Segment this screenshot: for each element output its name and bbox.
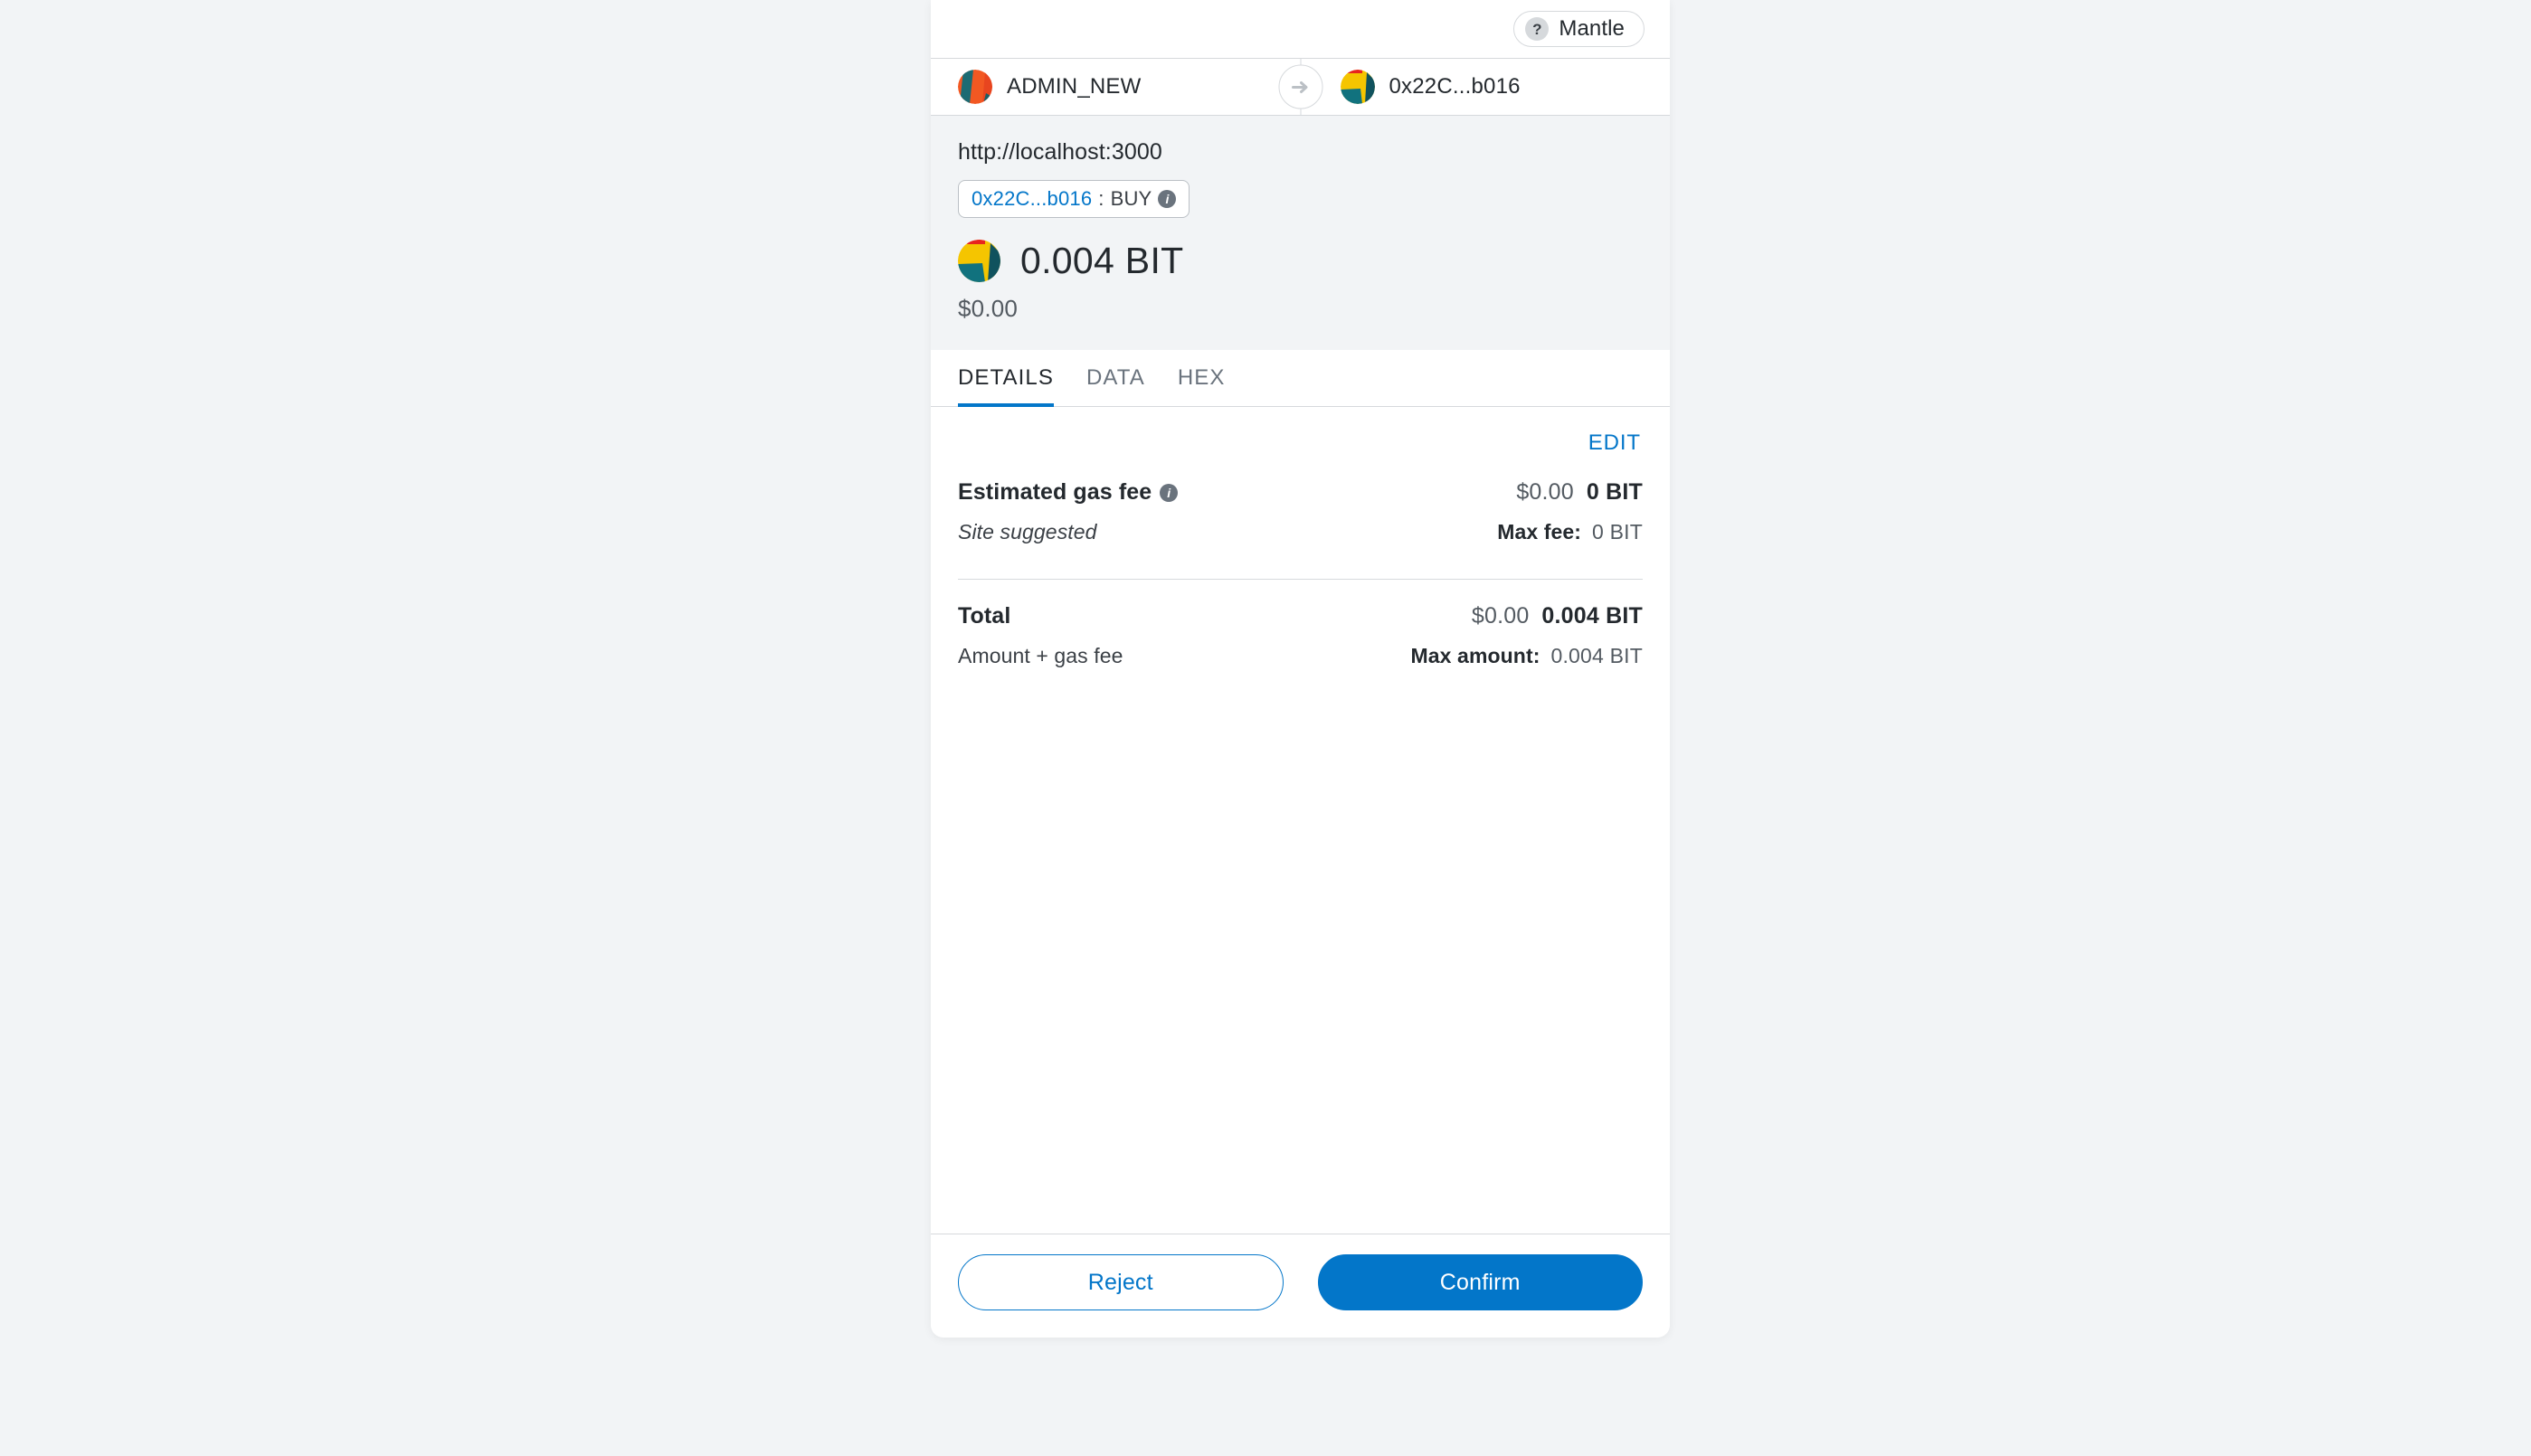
network-header: ? Mantle bbox=[931, 0, 1670, 59]
arrow-right-icon bbox=[1278, 64, 1322, 109]
total-fiat: $0.00 bbox=[1471, 603, 1530, 629]
sender-avatar bbox=[958, 70, 992, 104]
gas-fee-label: Estimated gas fee bbox=[958, 479, 1152, 505]
max-amount-group: Max amount: 0.004 BIT bbox=[1411, 644, 1643, 668]
max-fee-value: 0 BIT bbox=[1592, 520, 1643, 544]
total-main-row: Total $0.00 0.004 BIT bbox=[958, 603, 1643, 629]
edit-row: EDIT bbox=[958, 427, 1643, 459]
max-fee-key: Max fee: bbox=[1497, 520, 1582, 544]
network-selector-pill[interactable]: ? Mantle bbox=[1513, 11, 1645, 47]
contract-address-label: 0x22C...b016 bbox=[972, 187, 1093, 210]
question-mark-icon: ? bbox=[1525, 17, 1550, 41]
details-tab-panel: EDIT Estimated gas fee i $0.00 0 BIT Sit… bbox=[931, 407, 1670, 1234]
contract-method-label: BUY bbox=[1110, 187, 1152, 210]
total-native: 0.004 BIT bbox=[1541, 603, 1643, 629]
recipient-account-name: 0x22C...b016 bbox=[1389, 74, 1521, 99]
amount-fiat-label: $0.00 bbox=[958, 295, 1019, 322]
info-icon[interactable]: i bbox=[1160, 483, 1179, 502]
edit-gas-button[interactable]: EDIT bbox=[1587, 427, 1643, 459]
total-label: Total bbox=[958, 603, 1011, 629]
gas-fee-main-row: Estimated gas fee i $0.00 0 BIT bbox=[958, 479, 1643, 506]
amount-row: 0.004 BIT bbox=[958, 240, 1643, 282]
max-amount-key: Max amount: bbox=[1410, 644, 1540, 667]
gas-fee-native: 0 BIT bbox=[1586, 479, 1643, 505]
sender-account-name: ADMIN_NEW bbox=[1007, 74, 1142, 99]
reject-button[interactable]: Reject bbox=[958, 1254, 1284, 1310]
network-name-label: Mantle bbox=[1559, 16, 1625, 41]
tab-data[interactable]: DATA bbox=[1086, 365, 1145, 406]
token-icon bbox=[958, 240, 1000, 282]
gas-fee-fiat: $0.00 bbox=[1516, 479, 1574, 505]
transaction-summary-panel: http://localhost:3000 0x22C...b016 : BUY… bbox=[931, 116, 1670, 350]
recipient-avatar bbox=[1340, 70, 1375, 104]
max-amount-value: 0.004 BIT bbox=[1550, 644, 1643, 667]
total-section: Total $0.00 0.004 BIT Amount + gas fee M… bbox=[958, 603, 1643, 668]
gas-fee-source-label: Site suggested bbox=[958, 520, 1097, 544]
sender-account[interactable]: ADMIN_NEW bbox=[931, 70, 1301, 104]
confirm-button[interactable]: Confirm bbox=[1317, 1254, 1643, 1310]
gas-fee-values: $0.00 0 BIT bbox=[1516, 479, 1643, 506]
contract-separator: : bbox=[1098, 187, 1104, 210]
recipient-account[interactable]: 0x22C...b016 bbox=[1301, 70, 1671, 104]
transaction-confirmation-card: ? Mantle ADMIN_NEW 0x22C...b016 http://l… bbox=[931, 0, 1670, 1338]
max-fee-group: Max fee: 0 BIT bbox=[1497, 520, 1643, 544]
accounts-transfer-row: ADMIN_NEW 0x22C...b016 bbox=[931, 59, 1670, 116]
total-sub-row: Amount + gas fee Max amount: 0.004 BIT bbox=[958, 644, 1643, 668]
amount-primary-label: 0.004 BIT bbox=[1020, 240, 1184, 281]
tab-bar: DETAILS DATA HEX bbox=[931, 350, 1670, 407]
tab-hex[interactable]: HEX bbox=[1178, 365, 1226, 406]
action-footer: Reject Confirm bbox=[931, 1234, 1670, 1338]
gas-fee-sub-row: Site suggested Max fee: 0 BIT bbox=[958, 520, 1643, 544]
page-background: ? Mantle ADMIN_NEW 0x22C...b016 http://l… bbox=[0, 0, 2531, 1456]
total-values: $0.00 0.004 BIT bbox=[1472, 603, 1643, 629]
tab-details[interactable]: DETAILS bbox=[958, 365, 1054, 407]
total-description-label: Amount + gas fee bbox=[958, 644, 1123, 667]
section-divider bbox=[958, 579, 1643, 580]
gas-fee-label-group: Estimated gas fee i bbox=[958, 479, 1179, 506]
info-icon[interactable]: i bbox=[1158, 190, 1177, 208]
estimated-gas-fee-section: Estimated gas fee i $0.00 0 BIT Site sug… bbox=[958, 479, 1643, 561]
contract-method-pill[interactable]: 0x22C...b016 : BUY i bbox=[958, 180, 1190, 218]
origin-url-label: http://localhost:3000 bbox=[958, 139, 1162, 165]
